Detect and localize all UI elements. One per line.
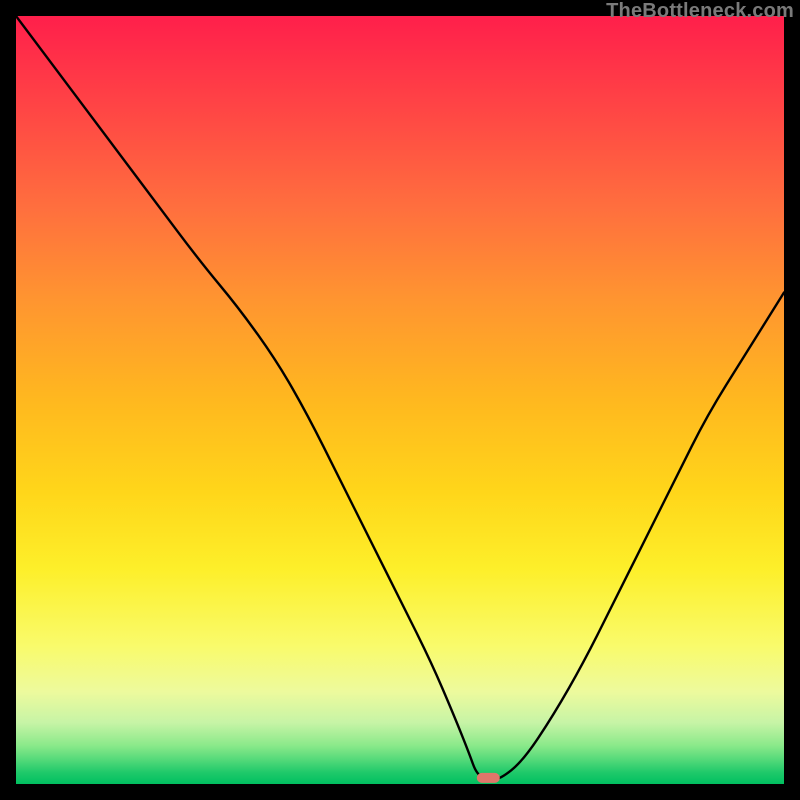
bottleneck-curve-path <box>16 16 784 779</box>
watermark-text: TheBottleneck.com <box>606 0 794 23</box>
chart-container: TheBottleneck.com <box>0 0 800 800</box>
sweet-spot-marker <box>477 773 500 783</box>
bottleneck-curve-svg <box>16 16 784 784</box>
